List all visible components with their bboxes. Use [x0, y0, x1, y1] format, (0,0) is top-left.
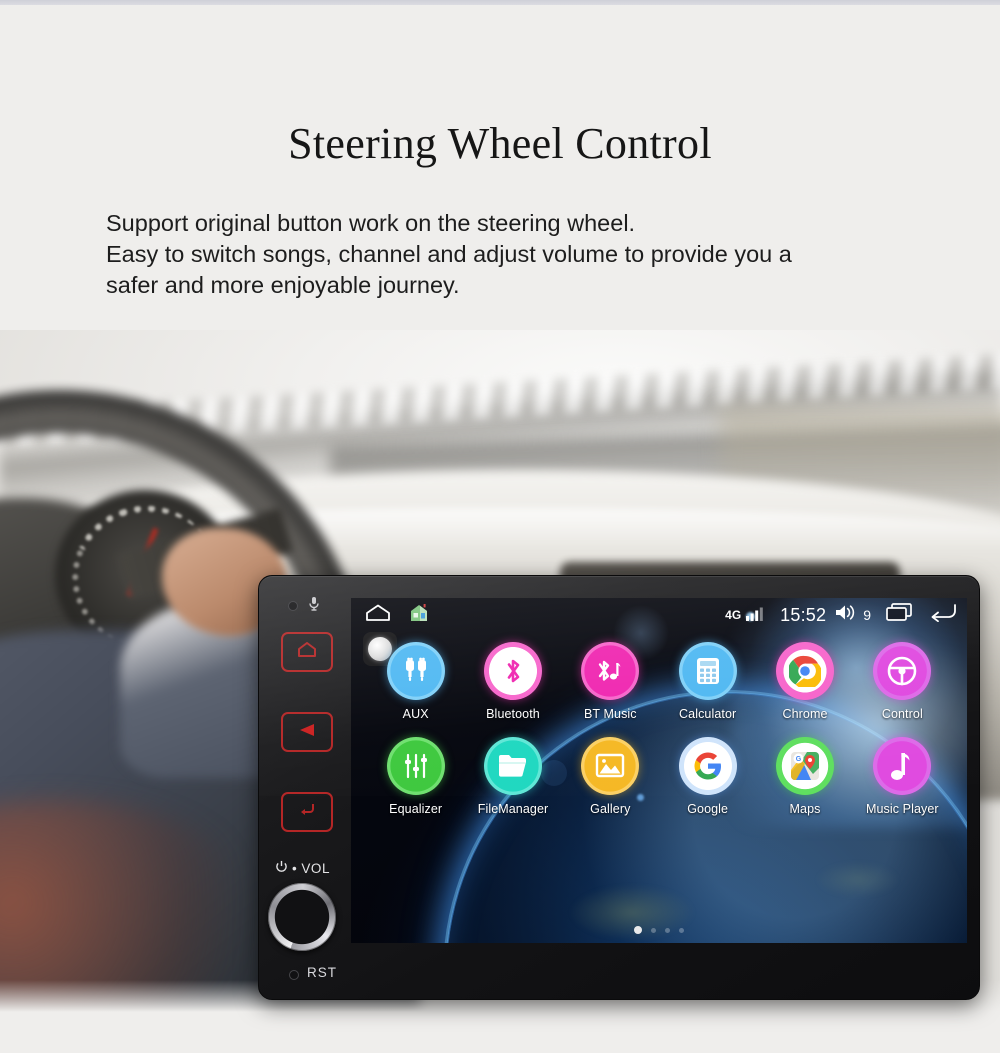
status-bar-left	[365, 603, 429, 627]
description-line-2: Easy to switch songs, channel and adjust…	[106, 241, 792, 267]
app-grid: AUX Bluetooth BT Music Calculator Chrome…	[351, 642, 967, 816]
bluetooth-icon	[483, 642, 542, 700]
app-bluetooth[interactable]: Bluetooth	[464, 642, 561, 721]
signal-bars-icon	[746, 605, 766, 626]
page-indicator[interactable]	[351, 926, 967, 934]
svg-text:G: G	[796, 756, 802, 763]
app-label: Control	[881, 707, 923, 721]
google-g-icon	[678, 737, 737, 795]
network-type-label: 4G	[725, 608, 742, 622]
app-control[interactable]: Control	[854, 642, 951, 721]
play-triangle-icon	[297, 722, 317, 743]
music-note-icon	[873, 737, 932, 795]
google-maps-icon: G	[775, 737, 834, 795]
bezel-play-button[interactable]	[281, 712, 333, 752]
app-gallery[interactable]: Gallery	[562, 737, 659, 816]
app-filemanager[interactable]: FileManager	[464, 737, 561, 816]
app-label: Bluetooth	[486, 707, 540, 721]
reset-label: RST	[307, 965, 337, 980]
page-dot-3[interactable]	[665, 927, 670, 933]
microphone-icon	[307, 596, 321, 612]
chrome-icon	[775, 642, 834, 700]
page-dot-2[interactable]	[651, 927, 656, 933]
gallery-image-icon	[581, 737, 640, 795]
app-label: Chrome	[782, 707, 828, 721]
return-arrow-icon	[297, 802, 317, 822]
app-google[interactable]: Google	[659, 737, 756, 816]
app-label: Google	[687, 802, 729, 816]
app-label: AUX	[402, 707, 429, 721]
app-label: Gallery	[590, 802, 631, 816]
bullet-separator: •	[292, 860, 298, 876]
description-line-3: safer and more enjoyable journey.	[106, 272, 460, 298]
recent-apps-icon[interactable]	[885, 603, 913, 627]
steering-wheel-icon	[873, 642, 932, 700]
volume-level-label: 9	[863, 607, 871, 623]
status-bar: 4G 15:52 9	[351, 598, 967, 632]
equalizer-icon	[386, 737, 445, 795]
volume-knob[interactable]	[268, 883, 336, 951]
top-divider-bar	[0, 0, 1000, 5]
app-label: Equalizer	[389, 802, 443, 816]
app-label: Music Player	[865, 802, 939, 816]
page-dot-4[interactable]	[679, 927, 684, 933]
page-description: Support original button work on the stee…	[106, 208, 926, 301]
app-aux[interactable]: AUX	[367, 642, 464, 721]
speaker-icon[interactable]	[834, 603, 856, 627]
vol-text: VOL	[301, 860, 331, 876]
reset-hole[interactable]	[289, 970, 299, 980]
calculator-icon	[678, 642, 737, 700]
page-title: Steering Wheel Control	[288, 119, 712, 168]
status-bar-right: 4G 15:52 9	[725, 603, 957, 627]
touchscreen-display[interactable]: 4G 15:52 9 AUX Bluetooth BT Music Calcul…	[351, 598, 967, 943]
app-equalizer[interactable]: Equalizer	[367, 737, 464, 816]
back-arrow-icon[interactable]	[927, 603, 957, 627]
folder-icon	[483, 737, 542, 795]
app-music-player[interactable]: Music Player	[854, 737, 951, 816]
bezel-return-button[interactable]	[281, 792, 333, 832]
clock-label: 15:52	[780, 604, 827, 625]
power-icon	[275, 860, 288, 876]
page-dot-1[interactable]	[634, 926, 642, 934]
home-outline-icon	[297, 642, 317, 662]
app-label: BT Music	[583, 707, 637, 721]
bezel-home-button[interactable]	[281, 632, 333, 672]
app-label: Calculator	[679, 707, 737, 721]
aux-plug-icon	[386, 642, 445, 700]
home-icon[interactable]	[365, 604, 391, 626]
description-line-1: Support original button work on the stee…	[106, 210, 636, 236]
promo-page: Steering Wheel Control Support original …	[0, 0, 1000, 1053]
app-calculator[interactable]: Calculator	[659, 642, 756, 721]
app-maps[interactable]: G Maps	[756, 737, 853, 816]
power-volume-label: • VOL	[275, 860, 345, 876]
car-head-unit: • VOL RST 4G 15:52 9 AUX Bluetooth BT Mu…	[258, 575, 980, 1000]
app-bt-music[interactable]: BT Music	[562, 642, 659, 721]
app-label: Maps	[789, 802, 821, 816]
app-label: FileManager	[477, 802, 549, 816]
microphone-hole	[288, 601, 298, 611]
bt-music-icon	[581, 642, 640, 700]
app-chrome[interactable]: Chrome	[756, 642, 853, 721]
house-app-icon[interactable]	[409, 603, 429, 627]
